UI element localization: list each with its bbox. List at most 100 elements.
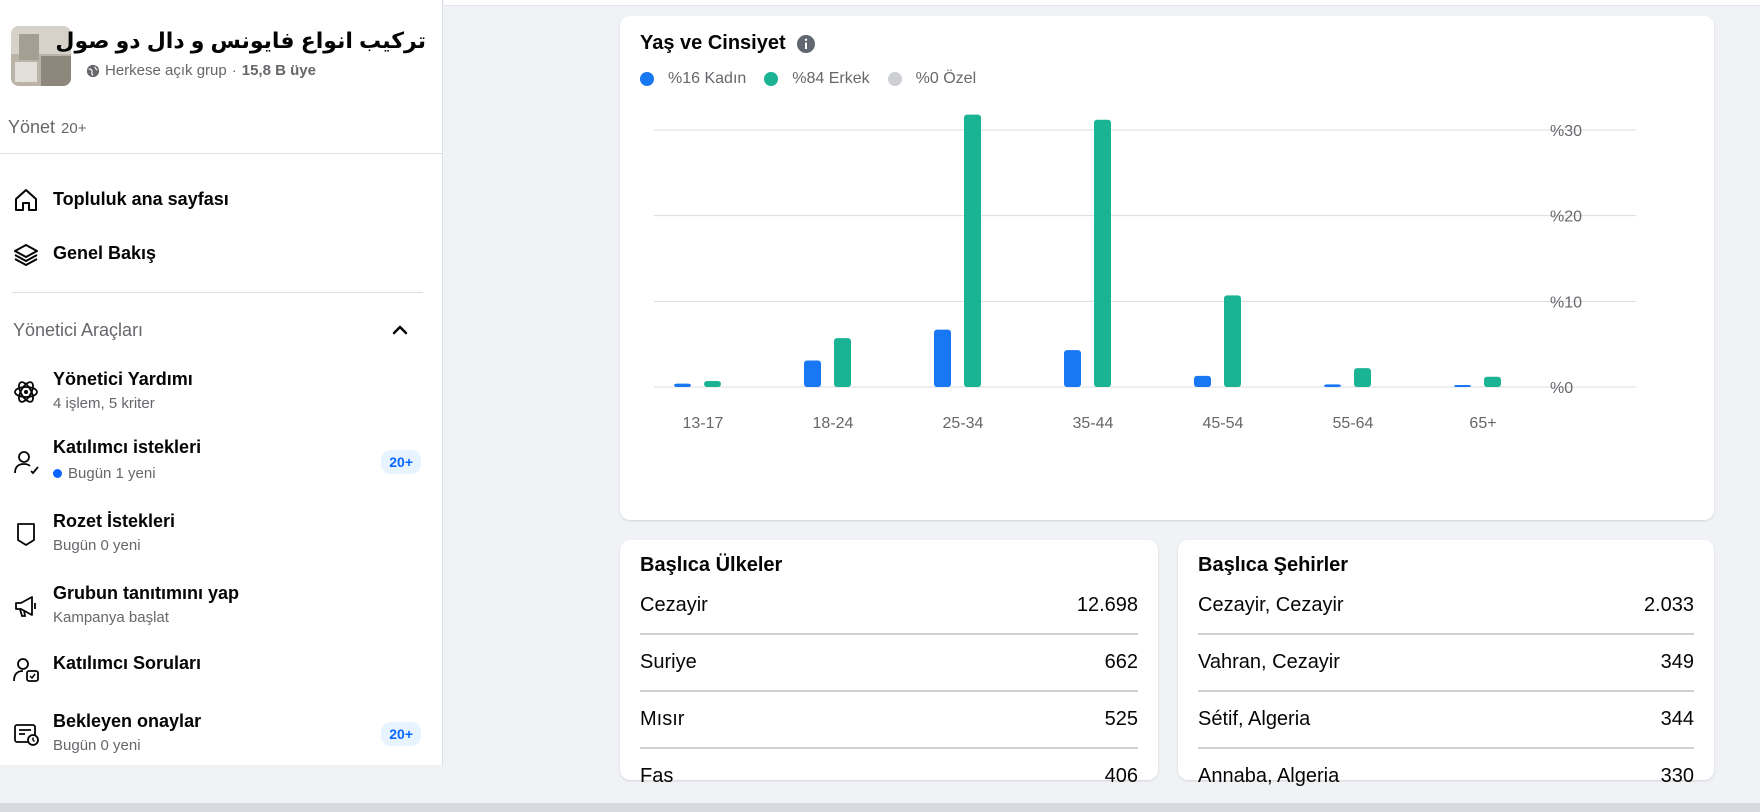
admin-assist-item[interactable]: Yönetici Yardımı 4 işlem, 5 kriter xyxy=(0,366,443,420)
country-value: 406 xyxy=(1104,765,1138,787)
bar-kadın-45-54 xyxy=(1194,375,1211,387)
group-member-count[interactable]: 15,8 B üye xyxy=(242,62,316,79)
nav-label: Genel Bakış xyxy=(53,243,157,263)
admin-item-subtitle-text: Bugün 0 yeni xyxy=(53,737,141,754)
group-meta: Herkese açık grup · 15,8 B üye xyxy=(86,62,316,79)
nav-label: Topluluk ana sayfası xyxy=(53,189,229,209)
x-tick-label: 45-54 xyxy=(1203,415,1244,432)
city-value: 344 xyxy=(1660,708,1694,730)
bar-erkek-18-24 xyxy=(834,338,851,387)
top-countries-card: Başlıca Ülkeler Cezayir 12.698 Suriye 662 … xyxy=(620,540,1158,787)
bar-kadın-65+ xyxy=(1454,385,1471,387)
bar-kadın-18-24 xyxy=(804,360,821,387)
city-name: Cezayir, Cezayir xyxy=(1198,594,1344,616)
member-questions-item[interactable]: Katılımcı Soruları xyxy=(0,650,443,690)
nav-overview[interactable]: Genel Bakış xyxy=(0,234,443,274)
age-gender-card: Yaş ve Cinsiyet %16 Kadın %84 Erkek %0 Ö… xyxy=(620,16,1714,520)
admin-item-title: Rozet İstekleri xyxy=(53,511,176,531)
admin-item-subtitle-text: Kampanya başlat xyxy=(53,609,169,626)
atom-icon xyxy=(12,378,40,406)
person-question-icon xyxy=(12,656,40,684)
admin-item-subtitle: Kampanya başlat xyxy=(53,609,169,626)
admin-item-subtitle: Bugün 1 yeni xyxy=(53,465,156,482)
top-strip xyxy=(444,0,1760,6)
bar-erkek-55-64 xyxy=(1354,368,1371,387)
pending-approvals-item[interactable]: Bekleyen onaylar Bugün 0 yeni 20+ xyxy=(0,708,443,762)
globe-icon xyxy=(86,64,100,77)
country-name: Suriye xyxy=(640,651,697,673)
member-requests-item[interactable]: Katılımcı istekleri Bugün 1 yeni 20+ xyxy=(0,434,443,490)
city-row: Annaba, Algeria 330 xyxy=(1198,765,1694,804)
country-value: 525 xyxy=(1104,708,1138,730)
bar-erkek-65+ xyxy=(1484,376,1501,387)
bar-erkek-13-17 xyxy=(704,381,721,387)
city-name: Sétif, Algeria xyxy=(1198,708,1311,730)
city-name: Vahran, Cezayir xyxy=(1198,651,1340,673)
admin-item-subtitle: Bugün 0 yeni xyxy=(53,737,141,754)
bar-kadın-55-64 xyxy=(1324,384,1341,387)
bottom-scroll-strip xyxy=(0,803,1760,812)
bar-erkek-45-54 xyxy=(1224,295,1241,387)
age-gender-bar-chart: %0 %10 %20 %30 13-17 18-24 25-34 35-44 45-54 55-6… xyxy=(654,114,1636,432)
admin-item-title: Bekleyen onaylar xyxy=(53,711,202,731)
city-row: Sétif, Algeria 344 xyxy=(1198,708,1694,749)
meta-separator: · xyxy=(231,62,237,79)
country-name: Cezayir xyxy=(640,594,708,616)
count-badge: 20+ xyxy=(381,722,421,746)
admin-item-title: Grubun tanıtımını yap xyxy=(53,583,240,603)
chevron-up-icon[interactable] xyxy=(388,318,412,342)
divider xyxy=(12,292,423,293)
y-tick-label: %10 xyxy=(1550,294,1582,311)
country-name: Fas xyxy=(640,765,674,787)
person-check-icon xyxy=(12,448,40,476)
group-privacy: Herkese açık grup xyxy=(105,62,227,79)
top-cities-card: Başlıca Şehirler Cezayir, Cezayir 2.033 V… xyxy=(1178,540,1714,787)
promote-group-item[interactable]: Grubun tanıtımını yap Kampanya başlat xyxy=(0,580,443,634)
city-value: 330 xyxy=(1660,765,1694,787)
city-value: 2.033 xyxy=(1643,594,1694,616)
admin-item-subtitle-text: Bugün 1 yeni xyxy=(68,465,156,482)
layers-icon xyxy=(12,240,40,268)
country-value: 662 xyxy=(1104,651,1138,673)
country-value: 12.698 xyxy=(1076,594,1138,616)
bar-kadın-13-17 xyxy=(674,383,691,387)
bar-kadın-35-44 xyxy=(1064,350,1081,387)
countries-title: Başlıca Ülkeler xyxy=(640,554,783,576)
badge-requests-item[interactable]: Rozet İstekleri Bugün 0 yeni xyxy=(0,508,443,562)
y-tick-label: %30 xyxy=(1550,123,1582,140)
country-row: Fas 406 xyxy=(640,765,1138,804)
megaphone-icon xyxy=(12,592,40,620)
y-tick-label: %0 xyxy=(1550,380,1573,397)
manage-label: Yönet xyxy=(8,117,56,137)
x-tick-label: 55-64 xyxy=(1333,415,1374,432)
bar-kadın-25-34 xyxy=(934,329,951,387)
bar-erkek-35-44 xyxy=(1094,119,1111,387)
group-name[interactable]: تركيب انواع فايونس و دال دو صول xyxy=(55,28,426,54)
x-tick-label: 35-44 xyxy=(1073,415,1114,432)
admin-item-subtitle-text: Bugün 0 yeni xyxy=(53,537,141,554)
pending-list-icon xyxy=(12,720,40,748)
admin-tools-title: Yönetici Araçları xyxy=(13,320,144,340)
group-sidebar: تركيب انواع فايونس و دال دو صول Herkese … xyxy=(0,0,443,765)
x-tick-label: 65+ xyxy=(1469,415,1496,432)
city-row: Cezayir, Cezayir 2.033 xyxy=(1198,594,1694,635)
home-icon xyxy=(12,186,40,214)
admin-item-subtitle: 4 işlem, 5 kriter xyxy=(53,395,155,412)
city-row: Vahran, Cezayir 349 xyxy=(1198,651,1694,692)
group-header: تركيب انواع فايونس و دال دو صول Herkese … xyxy=(0,0,442,112)
admin-item-title: Katılımcı istekleri xyxy=(53,437,202,457)
x-tick-label: 25-34 xyxy=(943,415,984,432)
country-name: Mısır xyxy=(640,708,685,730)
admin-item-title: Yönetici Yardımı xyxy=(53,369,193,389)
shield-badge-icon xyxy=(12,520,40,548)
bar-erkek-25-34 xyxy=(964,114,981,387)
count-badge: 20+ xyxy=(381,450,421,474)
manage-header: Yönet 20+ xyxy=(8,117,87,138)
country-row: Cezayir 12.698 xyxy=(640,594,1138,635)
nav-community-home[interactable]: Topluluk ana sayfası xyxy=(0,180,443,220)
x-tick-label: 13-17 xyxy=(683,415,724,432)
city-value: 349 xyxy=(1660,651,1694,673)
x-tick-label: 18-24 xyxy=(813,415,854,432)
cities-title: Başlıca Şehirler xyxy=(1198,554,1349,576)
admin-item-subtitle-text: 4 işlem, 5 kriter xyxy=(53,395,155,412)
